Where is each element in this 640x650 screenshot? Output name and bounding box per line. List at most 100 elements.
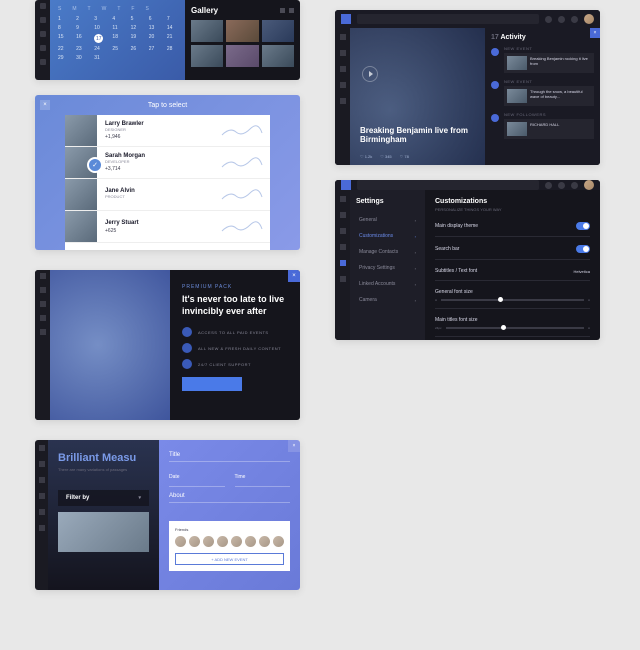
nav-icon[interactable] xyxy=(571,16,578,23)
date-cell[interactable]: 13 xyxy=(149,25,159,31)
close-icon[interactable]: × xyxy=(590,28,600,38)
thumb[interactable] xyxy=(262,20,294,42)
date-field[interactable]: Date xyxy=(169,474,180,480)
user-stat: +625 xyxy=(105,228,212,234)
date-cell[interactable]: 10 xyxy=(94,25,104,31)
nav-item[interactable]: Customizations› xyxy=(356,229,419,243)
user-row[interactable]: Sarah MorganDEVELOPER+3,714 xyxy=(65,147,270,179)
sparkline xyxy=(220,115,270,146)
nav-icon[interactable] xyxy=(558,182,565,189)
thumb[interactable] xyxy=(191,20,223,42)
search-input[interactable] xyxy=(357,180,539,190)
nav-item[interactable]: Camera› xyxy=(356,293,419,307)
date-cell[interactable]: 28 xyxy=(167,46,177,52)
thumb[interactable] xyxy=(191,45,223,67)
toggle[interactable] xyxy=(576,245,590,253)
date-cell[interactable]: 7 xyxy=(167,16,177,22)
subtitles-value[interactable]: Helvetica xyxy=(574,269,590,274)
grid-view-icon[interactable] xyxy=(280,8,285,13)
nav-icon[interactable] xyxy=(571,182,578,189)
time-field[interactable]: Time xyxy=(235,474,246,480)
close-icon[interactable]: × xyxy=(40,100,50,110)
user-row[interactable]: Jane AlvinPRODUCT xyxy=(65,179,270,211)
filter-button[interactable]: Filter by ▾ xyxy=(58,490,149,506)
avatar[interactable] xyxy=(175,536,186,547)
nav-item[interactable]: Linked Accounts› xyxy=(356,277,419,291)
list-view-icon[interactable] xyxy=(289,8,294,13)
title-field[interactable]: Title xyxy=(169,452,290,462)
nav-item[interactable]: General› xyxy=(356,213,419,227)
date-cell[interactable]: 9 xyxy=(76,25,86,31)
nav-item[interactable]: Privacy Settings› xyxy=(356,261,419,275)
search-input[interactable] xyxy=(357,14,539,24)
date-cell[interactable]: 2 xyxy=(76,16,86,22)
date-cell[interactable]: 15 xyxy=(58,34,68,43)
activity-item[interactable]: NEW EVENTBreaking Benjamin rocking it li… xyxy=(491,46,594,73)
nav-icon[interactable] xyxy=(545,16,552,23)
toggle[interactable] xyxy=(576,222,590,230)
date-cell[interactable]: 3 xyxy=(94,16,104,22)
date-cell[interactable]: 22 xyxy=(58,46,68,52)
date-cell[interactable]: 20 xyxy=(149,34,159,43)
user-row[interactable]: Jerry Stuart+625 xyxy=(65,211,270,243)
about-field[interactable]: About xyxy=(169,493,290,503)
nav-icon[interactable] xyxy=(545,182,552,189)
date-cell[interactable]: 30 xyxy=(76,55,86,61)
date-cell[interactable]: 6 xyxy=(149,16,159,22)
logo[interactable] xyxy=(341,14,351,24)
date-cell[interactable]: 11 xyxy=(112,25,122,31)
avatar[interactable] xyxy=(245,536,256,547)
user-role: DEVELOPER xyxy=(105,159,212,164)
date-cell[interactable]: 21 xyxy=(167,34,177,43)
thumb[interactable] xyxy=(226,20,258,42)
play-icon[interactable] xyxy=(362,66,378,82)
slider[interactable] xyxy=(446,327,584,329)
date-cell[interactable]: 23 xyxy=(76,46,86,52)
filter-label: Filter by xyxy=(66,495,89,501)
date-cell[interactable]: 5 xyxy=(131,16,141,22)
thumb[interactable] xyxy=(226,45,258,67)
date-cell[interactable]: 29 xyxy=(58,55,68,61)
activity-panel: × 17 Activity NEW EVENTBreaking Benjamin… xyxy=(485,28,600,165)
settings-content: Customizations PERSONALIZE THINGS YOUR W… xyxy=(425,190,600,340)
date-cell[interactable]: 24 xyxy=(94,46,104,52)
nav-item[interactable]: Manage Contacts› xyxy=(356,245,419,259)
gallery-thumbs xyxy=(191,20,294,67)
activity-item[interactable]: NEW FOLLOWERSRICHARD HALL xyxy=(491,112,594,139)
close-icon[interactable]: × xyxy=(288,440,300,452)
big-title: Brilliant Measu xyxy=(58,452,149,464)
cta-button[interactable] xyxy=(182,377,242,391)
avatar[interactable] xyxy=(217,536,228,547)
logo[interactable] xyxy=(341,180,351,190)
add-event-button[interactable]: + ADD NEW EVENT xyxy=(175,553,284,565)
date-cell[interactable]: 1 xyxy=(58,16,68,22)
date-cell[interactable]: 27 xyxy=(149,46,159,52)
date-cell[interactable]: 26 xyxy=(131,46,141,52)
avatar[interactable] xyxy=(273,536,284,547)
avatar[interactable] xyxy=(189,536,200,547)
close-icon[interactable]: × xyxy=(288,270,300,282)
feature-item: ACCESS TO ALL PAID EVENTS xyxy=(182,327,288,337)
user-row[interactable]: Larry BrawlerDESIGNER+1,946 xyxy=(65,115,270,147)
avatar[interactable] xyxy=(231,536,242,547)
date-cell[interactable]: 18 xyxy=(112,34,122,43)
date-cell[interactable]: 17 xyxy=(94,34,103,43)
date-cell[interactable]: 16 xyxy=(76,34,86,43)
nav-icon[interactable] xyxy=(558,16,565,23)
date-cell[interactable]: 4 xyxy=(112,16,122,22)
avatar[interactable] xyxy=(584,14,594,24)
date-cell[interactable]: 8 xyxy=(58,25,68,31)
slider[interactable] xyxy=(441,299,584,301)
date-cell[interactable]: 12 xyxy=(131,25,141,31)
avatar[interactable] xyxy=(584,180,594,190)
activity-item[interactable]: NEW EVENTThrough the snow, a beautiful w… xyxy=(491,79,594,106)
date-cell[interactable]: 25 xyxy=(112,46,122,52)
video-hero[interactable]: Breaking Benjamin live from Birmingham ♡… xyxy=(350,28,485,165)
avatar[interactable] xyxy=(203,536,214,547)
avatar[interactable] xyxy=(259,536,270,547)
date-cell[interactable]: 19 xyxy=(131,34,141,43)
date-cell[interactable]: 14 xyxy=(167,25,177,31)
date-cell[interactable]: 31 xyxy=(94,55,104,61)
thumb[interactable] xyxy=(262,45,294,67)
filter-form-card: Brilliant Measu There are many variation… xyxy=(35,440,300,590)
